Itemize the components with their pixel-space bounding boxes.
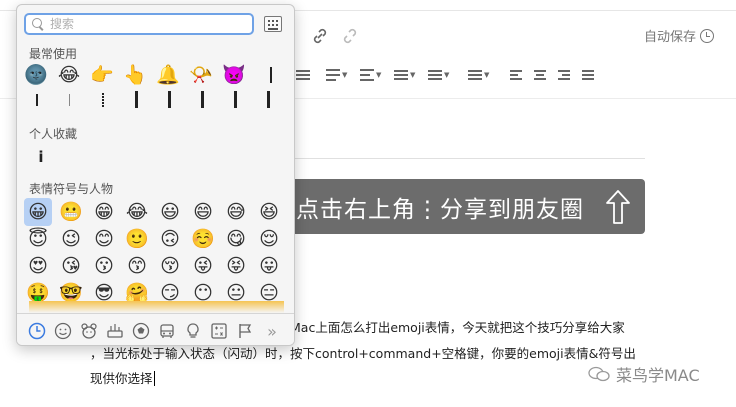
paragraph-spacing-before-button[interactable]: ▼ — [326, 66, 347, 84]
emoji-cell[interactable]: 🙃 — [156, 225, 184, 253]
search-box[interactable] — [24, 13, 254, 35]
section-title-frequent: 最常使用 — [29, 47, 78, 61]
flag-icon[interactable] — [236, 322, 254, 340]
bar-glyph[interactable] — [168, 91, 171, 108]
emoji-cell[interactable]: 😂 — [55, 61, 83, 89]
emoji-cell[interactable]: ☺️ — [189, 225, 217, 253]
more-categories-button[interactable]: » — [263, 322, 281, 341]
category-bar: » — [17, 313, 294, 345]
emoji-cell[interactable]: 😅 — [222, 198, 250, 226]
emoji-picker: 最常使用 🌚 😂 👉 👆 🔔 📯 👿 个人收藏 i 表情符号与人物 😀😬😁😂😃😄… — [16, 4, 295, 346]
search-input[interactable] — [50, 17, 230, 31]
search-icon — [32, 18, 44, 30]
emoji-cell[interactable]: 😇 — [24, 225, 52, 253]
emoji-cell[interactable]: 😚 — [156, 252, 184, 280]
dotted-bar-glyph[interactable] — [102, 93, 104, 107]
favorite-glyph[interactable]: i — [27, 143, 55, 171]
emoji-cell[interactable]: 😁 — [90, 198, 118, 226]
content-separator — [295, 158, 645, 159]
emoji-cell[interactable]: 😋 — [222, 225, 250, 253]
emoji-cell[interactable]: 🌚 — [22, 61, 50, 89]
section-title-smileys: 表情符号与人物 — [29, 182, 114, 196]
emoji-cell[interactable]: 👉 — [88, 61, 116, 89]
watermark-text: 菜鸟学MAC — [616, 366, 700, 385]
paragraph-line-3[interactable]: 现供你选择 — [90, 366, 155, 392]
up-arrow-icon — [606, 190, 630, 224]
emoji-cell[interactable]: 😝 — [222, 252, 250, 280]
indent-icon — [582, 69, 596, 81]
watermark: 菜鸟学MAC — [588, 362, 700, 386]
emoji-cell[interactable]: 😘 — [57, 252, 85, 280]
text-caret — [153, 371, 155, 386]
travel-icon[interactable] — [158, 322, 176, 340]
align-left-icon — [510, 69, 524, 81]
emoji-cell[interactable]: 😬 — [57, 198, 85, 226]
paragraph-line-3-text: 现供你选择 — [90, 371, 153, 386]
align-right-icon — [558, 69, 572, 81]
emoji-cell[interactable]: 😜 — [189, 252, 217, 280]
align-right-button[interactable] — [558, 66, 572, 84]
bar-glyph[interactable] — [267, 91, 270, 108]
emoji-cell[interactable]: 😉 — [57, 225, 85, 253]
emoji-cell[interactable]: 😛 — [255, 252, 283, 280]
bar-glyph[interactable] — [135, 91, 138, 108]
emoji-cell[interactable]: 😗 — [90, 252, 118, 280]
emoji-cell[interactable]: 👿 — [220, 61, 248, 89]
share-banner: 点击右上角⋮分享到朋友圈 — [282, 179, 645, 234]
bar-glyph[interactable] — [201, 91, 204, 108]
emoji-cell[interactable]: 😂 — [123, 198, 151, 226]
ordered-list-icon — [428, 69, 442, 81]
food-icon[interactable] — [106, 322, 124, 340]
align-left-button[interactable] — [510, 66, 524, 84]
animal-icon[interactable] — [80, 322, 98, 340]
partial-emoji-row — [17, 301, 294, 313]
smiley-icon[interactable] — [54, 322, 72, 340]
align-center-button[interactable] — [534, 66, 548, 84]
clock-icon — [700, 28, 715, 43]
autosave-status[interactable]: 自动保存 — [644, 26, 715, 45]
autosave-label: 自动保存 — [644, 30, 697, 45]
line-height-button[interactable]: ▼ — [394, 66, 415, 84]
indent-button[interactable] — [582, 66, 596, 84]
emoji-cell[interactable]: 😙 — [123, 252, 151, 280]
ordered-list-button[interactable]: ▼ — [428, 66, 449, 84]
link-icon[interactable] — [310, 26, 330, 46]
emoji-cell[interactable]: 😆 — [255, 198, 283, 226]
emoji-cell[interactable]: 👆 — [121, 61, 149, 89]
bar-glyph[interactable] — [234, 91, 237, 108]
object-icon[interactable] — [184, 322, 202, 340]
sport-icon[interactable] — [132, 322, 150, 340]
bullet-list-button[interactable]: ▼ — [468, 66, 489, 84]
toolbar-format-row: ▼ ▼ ▼ ▼ ▼ — [296, 66, 606, 86]
emoji-cell[interactable]: 📯 — [187, 61, 215, 89]
spacing-after-icon — [360, 69, 374, 81]
character-viewer-button[interactable] — [264, 16, 282, 32]
emoji-cell[interactable]: 🔔 — [154, 61, 182, 89]
bar-glyph[interactable] — [69, 94, 70, 106]
spacing-before-icon — [326, 69, 340, 81]
emoji-cell[interactable]: 😄 — [189, 198, 217, 226]
align-justify-button[interactable] — [296, 66, 310, 84]
justify-icon — [296, 69, 310, 81]
bar-glyph[interactable] — [36, 94, 38, 106]
emoji-cell[interactable]: 😊 — [90, 225, 118, 253]
share-banner-text: 点击右上角⋮分享到朋友圈 — [296, 196, 584, 223]
emoji-cell-selected[interactable]: 😀 — [24, 198, 52, 226]
partial-emoji-strip — [29, 301, 284, 313]
emoji-cell[interactable]: 😍 — [24, 252, 52, 280]
recent-icon[interactable] — [28, 322, 46, 340]
section-title-favorites: 个人收藏 — [29, 127, 78, 141]
paragraph-line-1[interactable]: Mac上面怎么打出emoji表情，今天就把这个技巧分享给大家 — [290, 315, 625, 341]
paragraph-spacing-after-button[interactable]: ▼ — [360, 66, 381, 84]
bullet-list-icon — [468, 69, 482, 81]
emoji-cell[interactable]: 😃 — [156, 198, 184, 226]
line-height-icon — [394, 69, 408, 81]
emoji-cell[interactable]: 😌 — [255, 225, 283, 253]
bar-glyph[interactable] — [270, 67, 272, 83]
symbol-icon[interactable] — [210, 322, 228, 340]
wechat-icon — [588, 366, 610, 382]
align-center-icon — [534, 69, 548, 81]
emoji-cell[interactable]: 🙂 — [123, 225, 151, 253]
unlink-icon[interactable] — [340, 26, 360, 46]
